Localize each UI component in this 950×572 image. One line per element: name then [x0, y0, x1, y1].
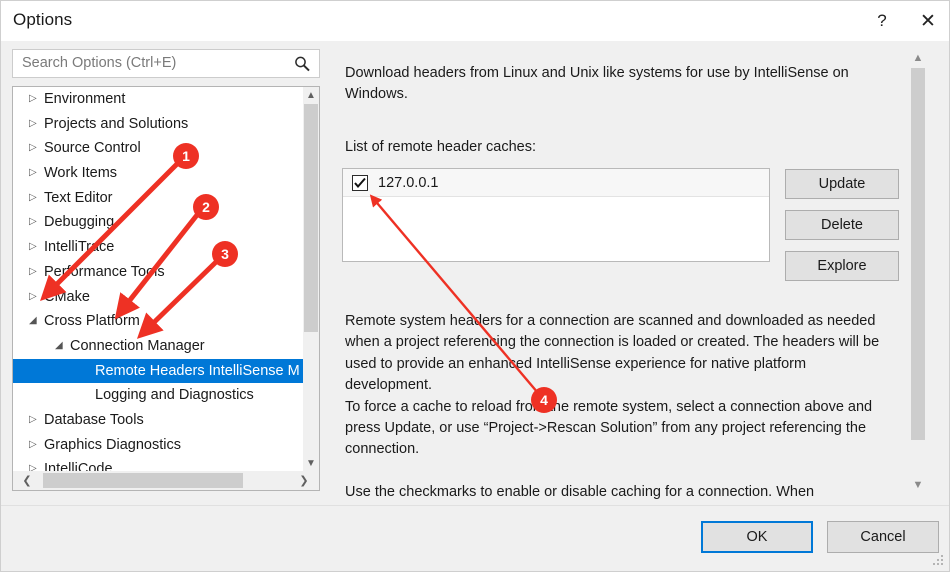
delete-button[interactable]: Delete [785, 210, 899, 240]
sidebar-item-label: Projects and Solutions [44, 115, 189, 132]
panel-scroll-thumb[interactable] [911, 68, 925, 440]
explore-button[interactable]: Explore [785, 251, 899, 281]
panel-description: Download headers from Linux and Unix lik… [345, 65, 849, 102]
scroll-down-icon[interactable]: ▼ [303, 455, 319, 471]
sidebar-item-label: Work Items [44, 165, 118, 182]
options-tree-list: ▷ Environment ▷ Projects and Solutions ▷ Sour… [13, 87, 304, 471]
search-input[interactable]: Search Options (Ctrl+E) [12, 49, 320, 78]
close-icon[interactable]: ✕ [905, 1, 949, 41]
update-button[interactable]: Update [785, 169, 899, 199]
tree-horizontal-scrollbar[interactable]: ❮ ❯ [13, 471, 319, 490]
sidebar-item-label: Debugging [44, 214, 115, 231]
chevron-right-icon[interactable]: ▷ [29, 186, 37, 211]
sidebar-item[interactable]: ▷ Text Editor [13, 186, 304, 211]
sidebar-item-label: Performance Tools [44, 263, 165, 280]
ok-button[interactable]: OK [701, 521, 813, 553]
panel-vertical-scrollbar[interactable]: ▲ ▼ [909, 49, 927, 494]
tree-hscroll-thumb[interactable] [43, 473, 243, 488]
sidebar-item[interactable]: Logging and Diagnostics [13, 383, 304, 408]
annotation-marker-1: 1 [173, 143, 199, 169]
sidebar-item-label: Graphics Diagnostics [44, 436, 181, 453]
chevron-right-icon[interactable]: ▷ [29, 87, 37, 112]
body-paragraph-3: Use the checkmarks to enable or disable … [345, 483, 815, 500]
sidebar-item[interactable]: ▷ Debugging [13, 210, 304, 235]
chevron-right-icon[interactable]: ▷ [29, 235, 37, 260]
sidebar-item-label: Connection Manager [70, 337, 205, 354]
sidebar-item[interactable]: ▷ Performance Tools [13, 260, 304, 285]
chevron-right-icon[interactable]: ▷ [29, 457, 37, 471]
title-bar: Options ? ✕ [1, 1, 949, 41]
checkmark-icon [354, 177, 366, 188]
chevron-right-icon[interactable]: ▷ [29, 136, 37, 161]
options-tree: ▷ Environment ▷ Projects and Solutions ▷ Sour… [12, 86, 320, 491]
sidebar-item-label: CMake [44, 288, 90, 305]
tree-scroll-thumb[interactable] [304, 104, 318, 332]
resize-grip[interactable] [932, 555, 944, 567]
body-paragraph-2: To force a cache to reload from the remo… [345, 398, 873, 458]
sidebar-item[interactable]: ▷ CMake [13, 285, 304, 310]
sidebar-item[interactable]: ▷ Work Items [13, 161, 304, 186]
remote-header-caches-list[interactable]: 127.0.0.1 [342, 168, 770, 262]
annotation-marker-4: 4 [531, 387, 557, 413]
sidebar-item[interactable]: Remote Headers IntelliSense M [13, 358, 304, 384]
footer-divider [1, 505, 949, 506]
chevron-right-icon[interactable]: ▷ [29, 161, 37, 186]
sidebar-item-label: Source Control [44, 140, 141, 157]
scroll-right-icon[interactable]: ❯ [295, 471, 313, 490]
options-dialog: Options ? ✕ Search Options (Ctrl+E) ▷ Env… [0, 0, 950, 572]
sidebar-item[interactable]: ▷ Environment [13, 87, 304, 112]
list-item-label: 127.0.0.1 [378, 174, 439, 191]
sidebar-item-label: Cross Platform [44, 313, 140, 330]
list-item[interactable]: 127.0.0.1 [343, 169, 769, 197]
sidebar-item[interactable]: ◢ Connection Manager [13, 334, 304, 359]
sidebar-item[interactable]: ▷ Database Tools [13, 408, 304, 433]
annotation-marker-3: 3 [212, 241, 238, 267]
sidebar-item[interactable]: ▷ Source Control [13, 136, 304, 161]
annotation-marker-2: 2 [193, 194, 219, 220]
body-paragraph-1: Remote system headers for a connection a… [345, 313, 880, 394]
chevron-right-icon[interactable]: ▷ [29, 285, 37, 310]
tree-vertical-scrollbar[interactable]: ▲ ▼ [303, 87, 319, 471]
sidebar-item-label: Text Editor [44, 189, 113, 206]
sidebar-item-label: Logging and Diagnostics [95, 387, 254, 404]
list-label: List of remote header caches: [345, 139, 537, 155]
sidebar-item[interactable]: ▷ IntelliCode [13, 457, 304, 471]
scroll-up-icon[interactable]: ▲ [303, 87, 319, 103]
sidebar-item-label: Remote Headers IntelliSense M [95, 362, 300, 379]
sidebar-item-label: IntelliCode [44, 461, 113, 471]
page-title: Options [13, 10, 73, 29]
options-tree-viewport: ▷ Environment ▷ Projects and Solutions ▷ Sour… [13, 87, 304, 471]
panel-body-text: Remote system headers for a connection a… [345, 311, 890, 503]
chevron-right-icon[interactable]: ▷ [29, 210, 37, 235]
panel-scroll-up-icon[interactable]: ▲ [909, 49, 927, 67]
sidebar-item-label: Database Tools [44, 411, 144, 428]
chevron-down-icon[interactable]: ◢ [29, 309, 37, 334]
search-icon[interactable] [293, 55, 312, 74]
scroll-left-icon[interactable]: ❮ [18, 471, 36, 490]
chevron-right-icon[interactable]: ▷ [29, 112, 37, 137]
chevron-right-icon[interactable]: ▷ [29, 433, 37, 458]
chevron-right-icon[interactable]: ▷ [29, 408, 37, 433]
cancel-button[interactable]: Cancel [827, 521, 939, 553]
sidebar-item[interactable]: ▷ Graphics Diagnostics [13, 433, 304, 458]
sidebar-item[interactable]: ▷ IntelliTrace [13, 235, 304, 260]
sidebar-item[interactable]: ◢ Cross Platform [13, 309, 304, 334]
chevron-right-icon[interactable]: ▷ [29, 260, 37, 285]
sidebar-item-label: Environment [44, 91, 126, 107]
panel-scroll-down-icon[interactable]: ▼ [909, 476, 927, 494]
sidebar-item-label: IntelliTrace [44, 239, 115, 256]
help-icon[interactable]: ? [859, 1, 905, 41]
cache-enabled-checkbox[interactable] [352, 174, 368, 191]
sidebar-item[interactable]: ▷ Projects and Solutions [13, 112, 304, 137]
chevron-down-icon[interactable]: ◢ [55, 334, 63, 359]
search-placeholder: Search Options (Ctrl+E) [22, 55, 177, 71]
